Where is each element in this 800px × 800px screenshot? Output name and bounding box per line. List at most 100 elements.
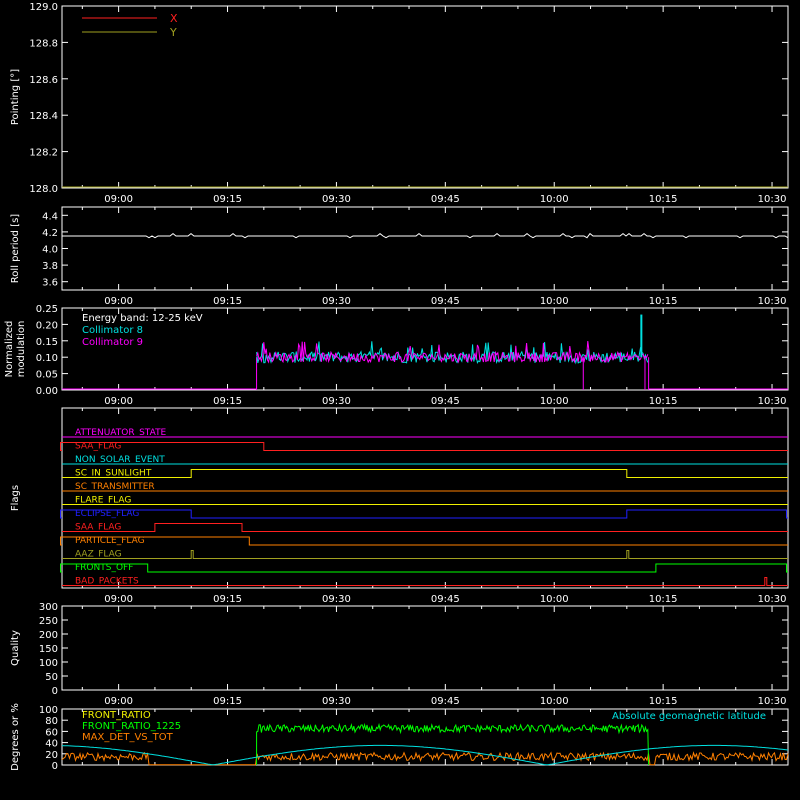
- y-axis-label-text: Quality: [10, 630, 21, 666]
- flag-label: SC_TRANSMITTER: [75, 482, 155, 492]
- panel-frame-4: [61, 407, 789, 589]
- flag-line: [60, 563, 788, 573]
- x-tick-label: 09:15: [213, 594, 242, 605]
- y-tick-label: 128.8: [29, 38, 58, 49]
- flag-line: [62, 550, 788, 559]
- x-tick-label: 09:30: [322, 696, 351, 707]
- chart-canvas: 09:00 09:15 09:30 09:45 10:00 10:15 10:30 128.0…: [4, 2, 789, 772]
- flag-label: AAZ_FLAG: [75, 550, 122, 560]
- legend-geomag-latitude: Absolute geomagnetic latitude: [612, 711, 766, 722]
- x-tick-label: 09:30: [322, 296, 351, 307]
- x-tick-label: 10:15: [649, 296, 678, 307]
- legend-label: X: [170, 12, 178, 25]
- legend-collimator-9: Collimator 9: [82, 337, 143, 348]
- x-tick-label: 10:00: [540, 296, 569, 307]
- x-tick-label: 09:15: [213, 696, 242, 707]
- legend-front-ratio: FRONT_RATIO: [82, 710, 151, 721]
- legend-collimator-8: Collimator 8: [82, 325, 143, 336]
- y-axis-label: Degrees or %: [10, 703, 21, 771]
- flag-label: ECLIPSE_FLAG: [75, 509, 139, 519]
- x-tick-label: 10:15: [649, 396, 678, 407]
- y-axis-label-text: Pointing [°]: [10, 69, 21, 125]
- y-tick-label: 3.6: [42, 278, 58, 289]
- front-ratio-1225-line: [256, 722, 650, 766]
- y-tick-label: 100: [39, 705, 58, 716]
- x-tick-label: 09:45: [431, 594, 460, 605]
- y-tick-label: 0.00: [36, 386, 58, 397]
- y-tick-label: 4.2: [42, 228, 58, 239]
- y-tick-label: 129.0: [29, 2, 58, 13]
- y-axis-label: Roll period [s]: [10, 214, 21, 283]
- x-tick-label: 10:15: [649, 594, 678, 605]
- x-tick-label: 09:45: [431, 696, 460, 707]
- y-tick-label: 50: [45, 672, 58, 683]
- x-tick-label: 09:15: [213, 194, 242, 205]
- x-tick-label: 09:15: [213, 296, 242, 307]
- y-tick-label: 4.4: [42, 211, 58, 222]
- x-tick-label: 10:00: [540, 194, 569, 205]
- x-tick-label: 09:00: [104, 696, 133, 707]
- roll-period-line: [62, 232, 789, 239]
- y-tick-label: 80: [45, 716, 58, 727]
- flag-line: [60, 536, 788, 546]
- x-tick-label: 10:15: [649, 194, 678, 205]
- panel-frame-5: [61, 605, 789, 691]
- flag-line: [62, 469, 788, 478]
- y-tick-label: 128.4: [29, 111, 58, 122]
- y-tick-label: 0.05: [36, 370, 58, 381]
- flag-label: SC_IN_SUNLIGHT: [75, 469, 152, 479]
- y-tick-label: 200: [39, 630, 58, 641]
- y-tick-label: 20: [45, 750, 58, 761]
- y-tick-label: 0: [52, 761, 58, 772]
- y-tick-label: 128.6: [29, 75, 58, 86]
- y-tick-label: 250: [39, 616, 58, 627]
- legend-front-ratio-1225: FRONT_RATIO_1225: [82, 721, 181, 732]
- legend-label: Y: [169, 26, 177, 39]
- y-tick-label: 40: [45, 739, 58, 750]
- flag-line: [60, 509, 788, 519]
- y-tick-label: 3.8: [42, 261, 58, 272]
- x-tick-label: 10:00: [540, 594, 569, 605]
- panel-frame-2: [61, 206, 789, 291]
- x-tick-label: 09:30: [322, 594, 351, 605]
- y-axis-label-text: Roll period [s]: [10, 214, 21, 283]
- y-tick-label: 0.15: [36, 337, 58, 348]
- x-tick-label: 10:30: [758, 296, 787, 307]
- y-axis-label-line: Normalized: [4, 321, 15, 378]
- y-tick-label: 150: [39, 644, 58, 655]
- y-tick-label: 0.10: [36, 353, 58, 364]
- x-tick-label: 09:45: [431, 296, 460, 307]
- y-tick-label: 0: [52, 686, 58, 697]
- energy-band-label: Energy band: 12-25 keV: [82, 313, 203, 324]
- x-tick-label: 09:00: [104, 194, 133, 205]
- max-det-line: [61, 751, 789, 766]
- x-tick-label: 10:00: [540, 696, 569, 707]
- x-tick-label: 10:30: [758, 696, 787, 707]
- y-axis-label: Flags: [10, 485, 21, 511]
- plot-stage: 09:00 09:15 09:30 09:45 10:00 10:15 10:30 128.0…: [0, 0, 800, 800]
- x-tick-label: 09:00: [104, 594, 133, 605]
- flag-label: FRONTS_OFF: [75, 563, 133, 573]
- y-tick-label: 300: [39, 602, 58, 613]
- x-tick-label: 10:00: [540, 396, 569, 407]
- x-tick-label: 09:45: [431, 194, 460, 205]
- x-tick-label: 09:15: [213, 396, 242, 407]
- x-tick-label: 10:30: [758, 194, 787, 205]
- y-tick-label: 4.0: [42, 245, 58, 256]
- legend-max-det: MAX_DET_VS_TOT: [82, 732, 174, 743]
- x-tick-label: 09:00: [104, 296, 133, 307]
- y-tick-label: 0.20: [36, 320, 58, 331]
- x-tick-label: 09:30: [322, 396, 351, 407]
- flag-label: BAD_PACKETS: [75, 577, 139, 587]
- x-tick-label: 09:00: [104, 396, 133, 407]
- flag-line: [60, 442, 788, 451]
- x-tick-label: 10:30: [758, 594, 787, 605]
- y-axis-label: Pointing [°]: [10, 69, 21, 125]
- y-axis-label-line: modulation: [16, 321, 27, 378]
- y-axis-label: Quality: [10, 630, 21, 666]
- y-tick-label: 128.0: [29, 184, 58, 195]
- y-axis-label: Normalized modulation: [4, 321, 27, 378]
- y-tick-label: 128.2: [29, 148, 58, 159]
- flag-label: ATTENUATOR_STATE: [75, 428, 167, 438]
- flag-line: [62, 523, 788, 532]
